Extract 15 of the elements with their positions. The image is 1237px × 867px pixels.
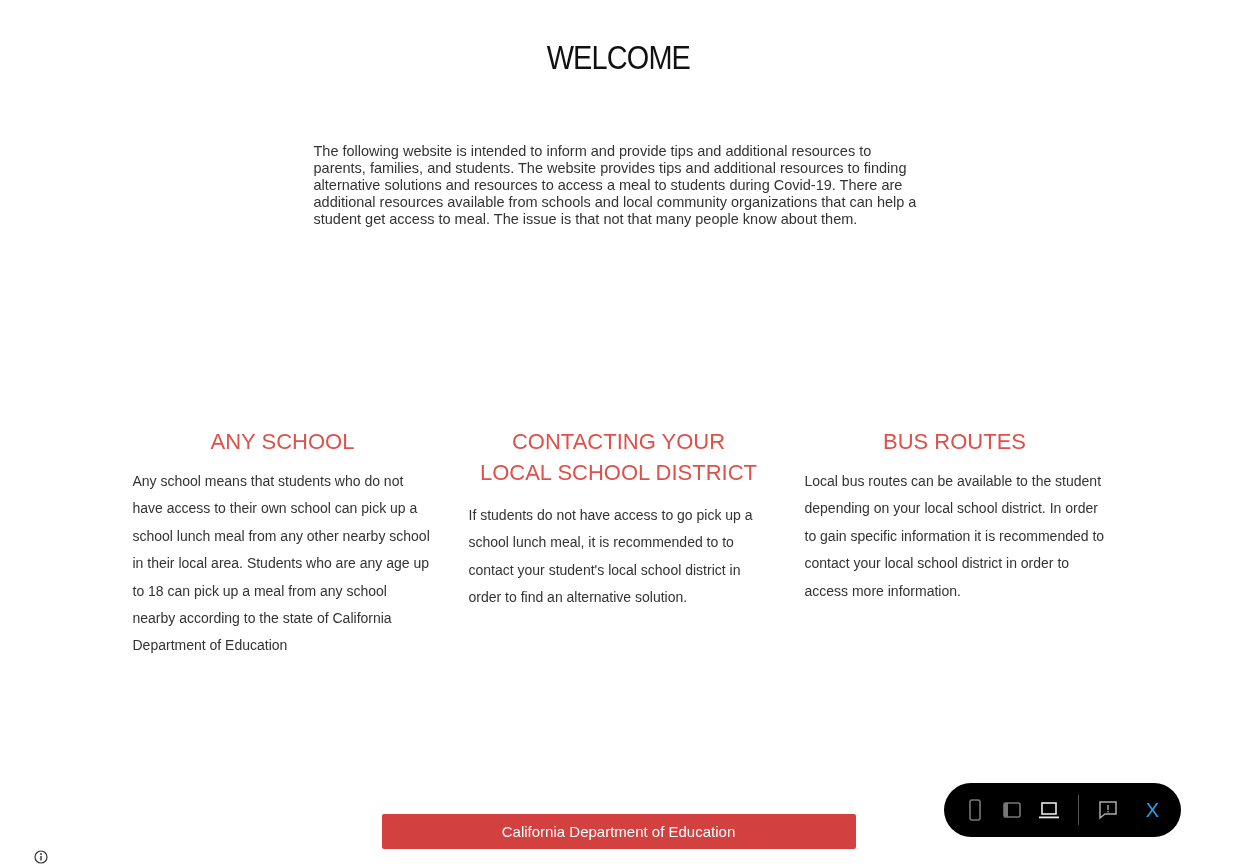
close-button[interactable]: X: [1139, 798, 1165, 822]
laptop-icon: [1038, 801, 1059, 819]
tablet-icon: [1003, 802, 1022, 818]
feedback-icon: [1098, 800, 1119, 820]
section-heading: BUS ROUTES: [882, 428, 1027, 456]
section-text: Local bus routes can be available to the student depending on your local school district. In order to gain specific information it is recommended to contact your local school district in order to access more information.: [804, 472, 1105, 601]
intro-paragraph: The following website is intended to inform and provide tips and additional resources to parents, families, and students. The website provides tips and additional resources to finding alternative solutions and resources to access a meal to students during Covid-19. There are additional resources available from schools and local community organizations that can help a student get access to meal. The issue is that not that many people know about them.: [313, 143, 918, 228]
section-text: Any school means that students who do not have access to their own school can pick up a school lunch meal from any other nearby school in their local area. Students who are any age up to 18 can pick up a meal from any school nearby according to the state of California Department of Education: [132, 472, 431, 656]
section-text: If students do not have access to go pick up a school lunch meal, it is recommended to to contact your student's local school district in order to find an alternative solution.: [468, 506, 754, 608]
section-heading: CONTACTING YOUR LOCAL SCHOOL DISTRICT: [478, 428, 759, 487]
phone-icon: [969, 799, 982, 821]
info-icon[interactable]: [34, 850, 48, 864]
section-heading: ANY SCHOOL: [209, 428, 356, 456]
page-title: WELCOME: [546, 38, 691, 77]
link-button[interactable]: California Department of Education: [381, 814, 856, 849]
